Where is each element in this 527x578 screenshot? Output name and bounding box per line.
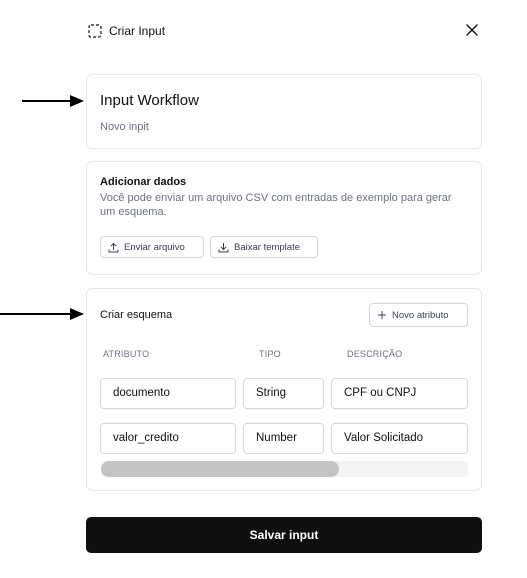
upload-icon <box>108 242 119 252</box>
download-template-label: Baixar template <box>234 241 301 253</box>
input-name[interactable]: Input Workflow <box>100 92 199 109</box>
add-data-title: Adicionar dados <box>100 176 187 188</box>
column-header-attribute: ATRIBUTO <box>103 349 150 359</box>
upload-file-label: Enviar arquivo <box>124 241 185 253</box>
attribute-field[interactable]: valor_credito <box>100 423 236 454</box>
download-icon <box>218 242 229 252</box>
description-field[interactable]: Valor Solicitado <box>331 423 468 454</box>
add-data-description: Você pode enviar um arquivo CSV com entr… <box>100 192 452 218</box>
dashed-square-icon <box>88 24 102 38</box>
save-input-button[interactable]: Salvar input <box>86 517 482 553</box>
add-data-card: Adicionar dados Você pode enviar um arqu… <box>86 161 482 275</box>
close-icon[interactable] <box>464 22 480 38</box>
input-info-card: Input Workflow Novo inpit <box>86 74 482 149</box>
attribute-field[interactable]: documento <box>100 378 236 409</box>
upload-file-button[interactable]: Enviar arquivo <box>100 236 204 258</box>
annotation-arrow-icon <box>22 95 84 107</box>
column-header-description: DESCRIÇÃO <box>347 349 403 359</box>
download-template-button[interactable]: Baixar template <box>210 236 318 258</box>
input-description[interactable]: Novo inpit <box>100 121 149 133</box>
description-field[interactable]: CPF ou CNPJ <box>331 378 468 409</box>
type-select[interactable]: Number <box>243 423 324 454</box>
schema-card: Criar esquema Novo atributo ATRIBUTO TIP… <box>86 288 482 491</box>
schema-title: Criar esquema <box>100 309 173 321</box>
type-select[interactable]: String <box>243 378 324 409</box>
plus-icon <box>378 311 386 319</box>
dialog-title: Criar Input <box>109 24 166 38</box>
column-header-type: TIPO <box>259 349 281 359</box>
new-attribute-label: Novo atributo <box>392 309 449 321</box>
annotation-arrow-icon <box>0 308 84 320</box>
new-attribute-button[interactable]: Novo atributo <box>369 303 468 327</box>
scrollbar-thumb[interactable] <box>101 461 339 477</box>
